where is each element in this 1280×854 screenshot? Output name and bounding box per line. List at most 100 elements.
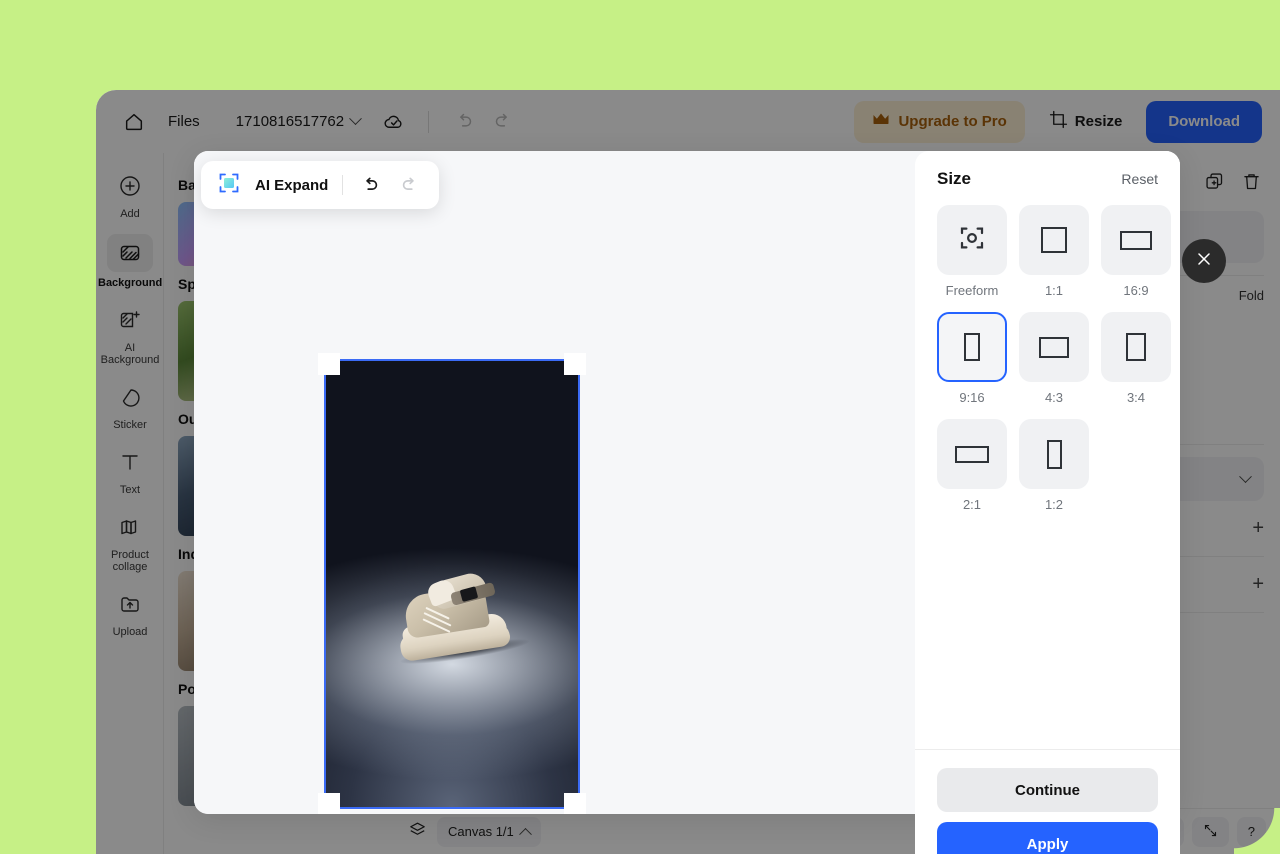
undo-icon[interactable] [443,102,483,142]
fit-screen-icon [1203,823,1218,841]
sidebar-item-label: AI Background [100,342,160,366]
ratio-label: 9:16 [959,390,985,405]
tool-spacer [1182,376,1264,434]
sneaker-graphic [385,559,531,671]
file-name-menu[interactable]: 1710816517762 [214,112,362,130]
size-panel-title: Size [937,169,972,188]
resize-button[interactable]: Resize [1035,101,1137,143]
size-panel-footer: Continue Apply If the size is too large,… [915,749,1180,854]
freeform-icon [957,223,987,258]
redo-icon[interactable] [483,102,523,142]
ratio-label: 1:2 [1044,497,1064,512]
portrait-icon [1046,439,1062,469]
sidebar-item-label: Text [119,484,141,496]
sidebar-item-sticker[interactable]: Sticker [96,374,164,439]
chevron-up-icon [518,827,532,841]
landscape-icon [1120,230,1152,250]
upload-icon [110,587,150,621]
sidebar-item-label: Product collage [111,549,149,573]
ratio-box [1019,312,1089,382]
square-icon [1041,227,1067,253]
layers-icon[interactable] [408,820,427,844]
help-label: ? [1247,824,1255,839]
ratio-label: 16:9 [1123,283,1149,298]
close-button[interactable] [1182,239,1226,283]
undo-icon[interactable] [357,172,383,198]
download-label: Download [1168,113,1240,130]
add-label: + [1252,517,1264,539]
text-icon [110,445,150,479]
sticker-icon [110,380,150,414]
product-collage-icon [110,510,150,544]
landscape-icon [955,445,989,463]
ratio-box [1019,205,1089,275]
ratio-option-9-16[interactable]: 9:16 [937,312,1007,405]
size-panel-header: Size Reset [937,169,1158,189]
ai-expand-label: AI Expand [255,176,329,194]
ratio-option-3-4[interactable]: 3:4 [1101,312,1171,405]
ratio-label: 4:3 [1044,390,1064,405]
size-panel: Size Reset Freeform 1:1 16:9 9:16 4:3 3:… [915,151,1180,854]
files-menu[interactable]: Files [154,113,214,130]
sidebar-item-ai-background[interactable]: AI Background [96,297,164,374]
resize-label: Resize [1074,113,1123,130]
canvas-selector[interactable]: Canvas 1/1 [437,816,541,847]
reset-button[interactable]: Reset [1121,171,1158,187]
resize-icon [1049,110,1068,133]
chevron-down-icon [349,112,362,126]
help-button[interactable]: ? [1236,816,1266,847]
add-label: + [1252,573,1264,595]
download-button[interactable]: Download [1146,100,1262,143]
sidebar-item-product-collage[interactable]: Product collage [96,504,164,581]
header-bar: Files 1710816517762 Upgrade to Pro Resiz… [96,90,1280,153]
portrait-icon [964,333,980,361]
ratio-box [1101,312,1171,382]
crop-handle-bottom-left[interactable] [318,793,340,814]
crop-selection-frame[interactable] [318,353,586,814]
ratio-option-16-9[interactable]: 16:9 [1101,205,1171,298]
cloud-check-icon[interactable] [374,102,414,142]
continue-button[interactable]: Continue [937,768,1158,812]
upgrade-to-pro-label: Upgrade to Pro [898,113,1007,130]
home-icon[interactable] [114,102,154,142]
ratio-option-4-3[interactable]: 4:3 [1019,312,1089,405]
portrait-icon [1126,333,1146,361]
fit-screen-button[interactable] [1191,816,1229,847]
ai-expand-icon [217,171,241,200]
ratio-box [937,419,1007,489]
upgrade-to-pro-button[interactable]: Upgrade to Pro [854,100,1025,143]
ratio-label: 3:4 [1126,390,1146,405]
sidebar-item-upload[interactable]: Upload [96,581,164,646]
trash-icon[interactable] [1241,171,1262,197]
sidebar-item-add[interactable]: Add [96,163,164,228]
ratio-option-1-2[interactable]: 1:2 [1019,419,1089,512]
ratio-box [1019,419,1089,489]
ratio-box [937,312,1007,382]
apply-button[interactable]: Apply [937,822,1158,854]
tool-spacer [1182,315,1264,360]
ratio-option-2-1[interactable]: 2:1 [937,419,1007,512]
crop-handle-top-right[interactable] [564,353,586,375]
ratio-option-freeform[interactable]: Freeform [937,205,1007,298]
crop-handle-top-left[interactable] [318,353,340,375]
crop-handle-bottom-right[interactable] [564,793,586,814]
sidebar-item-background[interactable]: Background [96,228,164,297]
app-window: Files 1710816517762 Upgrade to Pro Resiz… [96,90,1280,854]
sidebar-item-text[interactable]: Text [96,439,164,504]
ai-expand-toolbar: AI Expand [201,161,440,209]
redo-icon[interactable] [397,172,423,198]
canvas-label: Canvas 1/1 [448,824,514,839]
ratio-box [1101,205,1171,275]
crown-icon [872,112,890,131]
ratio-label: 2:1 [962,497,982,512]
size-panel-body: Size Reset Freeform 1:1 16:9 9:16 4:3 3:… [915,151,1180,749]
background-icon [107,234,153,272]
duplicate-icon[interactable] [1204,171,1225,197]
sidebar-item-label: Upload [112,626,148,638]
product-photo [326,361,578,807]
chevron-down-icon [1239,469,1252,483]
sidebar-item-label: Background [98,277,163,289]
left-sidebar: Add Background AI Background Sticker Tex… [96,153,164,854]
ratio-option-1-1[interactable]: 1:1 [1019,205,1089,298]
file-name-label: 1710816517762 [235,113,345,130]
